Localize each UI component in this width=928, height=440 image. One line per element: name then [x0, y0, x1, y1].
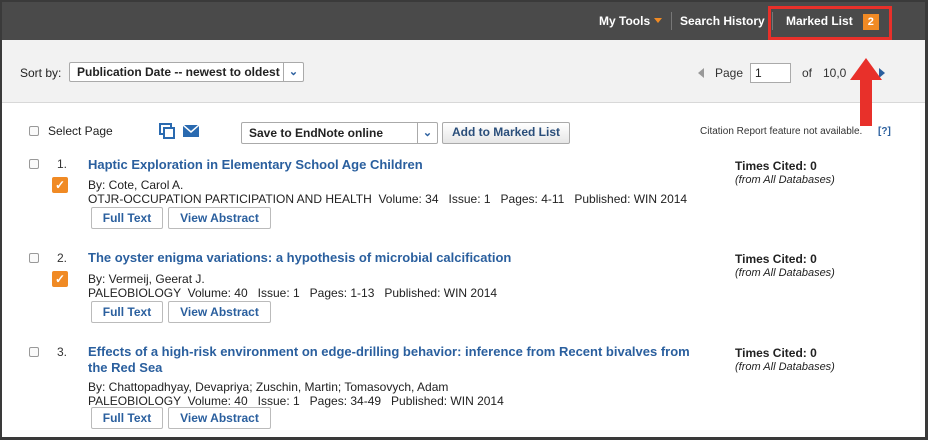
- times-cited-source: (from All Databases): [735, 174, 835, 186]
- record-number: 2.: [57, 251, 68, 265]
- full-text-button[interactable]: Full Text: [91, 207, 163, 229]
- record-title-link-continued[interactable]: the Red Sea: [88, 360, 162, 376]
- previous-page-icon[interactable]: [698, 68, 704, 78]
- sort-select[interactable]: Publication Date -- newest to oldest ⌄: [69, 62, 304, 82]
- select-page-checkbox[interactable]: [29, 126, 39, 136]
- record-authors: By: Cote, Carol A.: [88, 178, 184, 192]
- view-abstract-button[interactable]: View Abstract: [168, 207, 271, 229]
- save-options-select[interactable]: Save to EndNote online ⌄: [241, 122, 438, 144]
- select-page-label: Select Page: [48, 124, 113, 138]
- view-abstract-button[interactable]: View Abstract: [168, 407, 271, 429]
- page-number-input[interactable]: 1: [750, 63, 791, 83]
- chevron-down-icon: ⌄: [283, 63, 303, 81]
- help-link[interactable]: [?]: [878, 126, 891, 137]
- times-cited: Times Cited: 0: [735, 346, 817, 360]
- email-icon[interactable]: [183, 125, 199, 137]
- times-cited-source: (from All Databases): [735, 267, 835, 279]
- sort-by-label: Sort by:: [20, 66, 62, 80]
- record-source: OTJR-OCCUPATION PARTICIPATION AND HEALTH…: [88, 192, 688, 206]
- chevron-down-icon: [654, 18, 663, 23]
- record-source: PALEOBIOLOGY Volume: 40 Issue: 1 Pages: …: [88, 394, 504, 408]
- of-label: of: [802, 66, 813, 80]
- page-label: Page: [715, 66, 744, 80]
- save-option-value: Save to EndNote online: [249, 126, 384, 140]
- full-text-button[interactable]: Full Text: [91, 301, 163, 323]
- chevron-down-icon: ⌄: [417, 123, 437, 143]
- record-checkbox[interactable]: [29, 347, 39, 357]
- record-source: PALEOBIOLOGY Volume: 40 Issue: 1 Pages: …: [88, 286, 498, 300]
- marked-list-highlight-box: [768, 6, 892, 40]
- record-title-link[interactable]: Effects of a high-risk environment on ed…: [88, 344, 690, 360]
- record-checkbox[interactable]: [29, 159, 39, 169]
- sort-selected-value: Publication Date -- newest to oldest: [77, 65, 280, 79]
- view-abstract-button[interactable]: View Abstract: [168, 301, 271, 323]
- times-cited-source: (from All Databases): [735, 361, 835, 373]
- page-number-value: 1: [755, 66, 762, 80]
- print-icon[interactable]: [159, 123, 175, 139]
- times-cited: Times Cited: 0: [735, 159, 817, 173]
- record-number: 1.: [57, 157, 68, 171]
- my-tools-label: My Tools: [599, 14, 651, 28]
- nav-divider: [671, 12, 672, 30]
- marked-check-icon[interactable]: ✓: [52, 177, 68, 193]
- record-number: 3.: [57, 345, 68, 359]
- annotation-arrow-icon: [850, 58, 882, 126]
- full-text-button[interactable]: Full Text: [91, 407, 163, 429]
- search-history-link[interactable]: Search History: [680, 2, 765, 40]
- record-title-link[interactable]: The oyster enigma variations: a hypothes…: [88, 250, 511, 266]
- record-authors: By: Vermeij, Geerat J.: [88, 272, 205, 286]
- marked-check-icon[interactable]: ✓: [52, 271, 68, 287]
- times-cited: Times Cited: 0: [735, 252, 817, 266]
- record-checkbox[interactable]: [29, 253, 39, 263]
- record-title-link[interactable]: Haptic Exploration in Elementary School …: [88, 157, 423, 173]
- citation-report-note: Citation Report feature not available.: [700, 126, 863, 137]
- my-tools-menu[interactable]: My Tools: [599, 2, 663, 40]
- page-frame: My Tools Search History Marked List 2 Sor…: [2, 2, 925, 437]
- add-to-marked-list-button[interactable]: Add to Marked List: [442, 122, 570, 144]
- record-authors: By: Chattopadhyay, Devapriya; Zuschin, M…: [88, 380, 449, 394]
